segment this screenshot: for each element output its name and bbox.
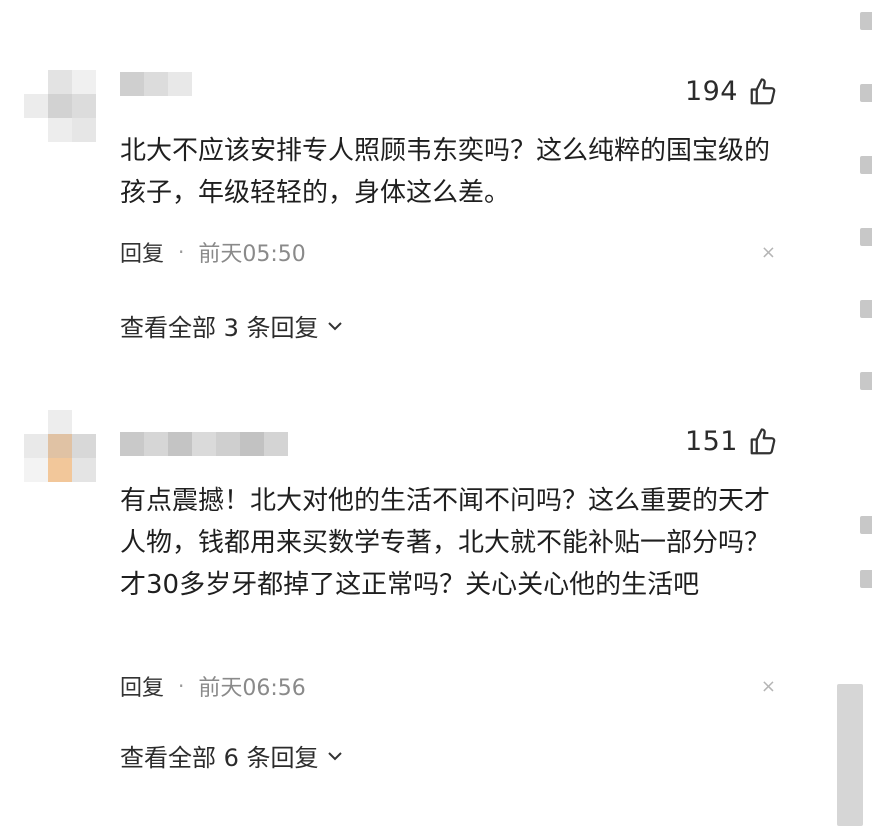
username-blurred[interactable] [120, 432, 288, 456]
clipped-side-glyph [860, 12, 872, 30]
reply-button[interactable]: 回复 [120, 670, 164, 702]
username-blurred[interactable] [120, 72, 192, 96]
comment-item: 151 有点震撼！北大对他的生活不闻不问吗？这么重要的天才人物，钱都用来买数学专… [0, 400, 836, 826]
view-all-replies-button[interactable]: 查看全部 3 条回复 [120, 308, 345, 343]
view-all-replies-button[interactable]: 查看全部 6 条回复 [120, 738, 345, 773]
clipped-side-glyph [860, 516, 872, 534]
clipped-side-glyph [860, 570, 872, 588]
separator-dot: · [178, 240, 185, 264]
thumbs-up-icon[interactable] [748, 427, 778, 457]
timestamp: 前天06:56 [198, 676, 306, 701]
like-count: 151 [684, 426, 738, 457]
chevron-down-icon [327, 321, 342, 330]
comment-meta: 回复 · 前天06:56 [120, 670, 306, 702]
like-control[interactable]: 194 [685, 76, 778, 107]
clipped-side-glyph [860, 372, 872, 390]
close-icon[interactable]: × [761, 242, 776, 263]
timestamp: 前天05:50 [198, 242, 306, 267]
like-count: 194 [684, 76, 738, 107]
avatar[interactable] [24, 410, 96, 482]
view-all-replies-label: 查看全部 6 条回复 [120, 744, 319, 772]
chevron-down-icon [327, 751, 342, 760]
clipped-side-glyph [860, 228, 872, 246]
close-icon[interactable]: × [761, 676, 776, 697]
reply-button[interactable]: 回复 [120, 236, 164, 268]
comment-text: 北大不应该安排专人照顾韦东奕吗？这么纯粹的国宝级的孩子，年级轻轻的，身体这么差。 [120, 136, 771, 208]
scrollbar-thumb[interactable] [837, 684, 863, 826]
clipped-side-glyph [860, 84, 872, 102]
clipped-side-glyph [860, 156, 872, 174]
comment-meta: 回复 · 前天05:50 [120, 236, 306, 268]
like-control[interactable]: 151 [685, 426, 778, 457]
view-all-replies-label: 查看全部 3 条回复 [120, 314, 319, 342]
comment-text: 有点震撼！北大对他的生活不闻不问吗？这么重要的天才人物，钱都用来买数学专著，北大… [120, 486, 771, 600]
separator-dot: · [178, 674, 185, 698]
thumbs-up-icon[interactable] [748, 77, 778, 107]
avatar[interactable] [24, 70, 96, 142]
comment-item: 194 北大不应该安排专人照顾韦东奕吗？这么纯粹的国宝级的孩子，年级轻轻的，身体… [0, 0, 836, 360]
clipped-side-glyph [860, 300, 872, 318]
